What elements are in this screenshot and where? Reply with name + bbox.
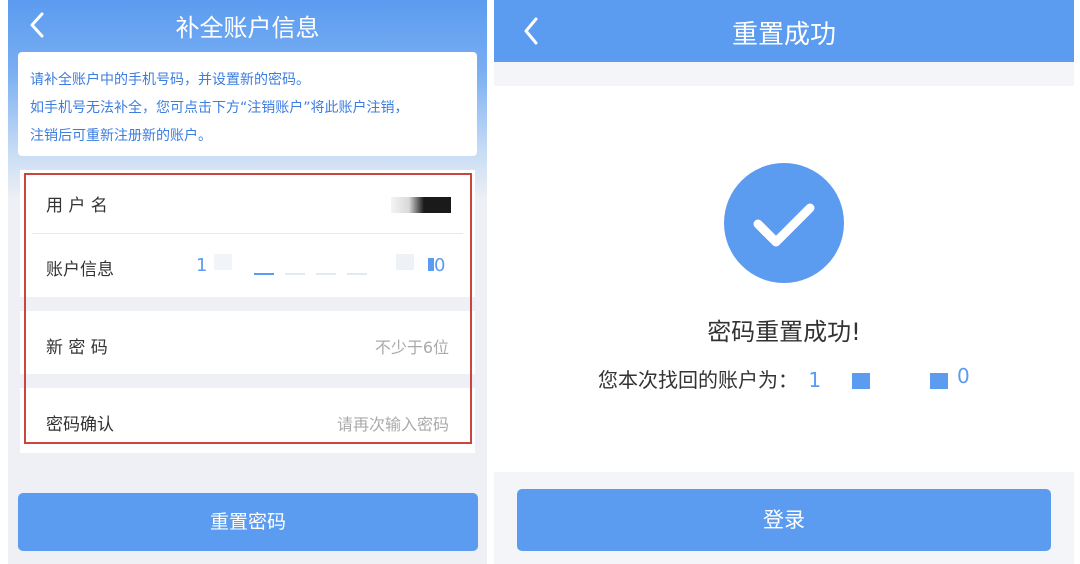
login-button[interactable]: 登录 [517, 489, 1051, 551]
masked-block [316, 273, 336, 275]
recovered-account: 您本次找回的账户为： 1 [598, 364, 821, 393]
new-password-label: 新 密 码 [46, 338, 108, 358]
account-info-label: 账户信息 [46, 260, 114, 280]
new-password-row[interactable]: 新 密 码 不少于6位 [20, 311, 475, 374]
notice-line: 注销后可重新注册新的账户。 [30, 128, 212, 144]
masked-block [396, 254, 414, 270]
account-value-start: 1 [196, 255, 208, 276]
reset-password-button[interactable]: 重置密码 [18, 493, 478, 551]
confirm-password-input[interactable]: 请再次输入密码 [337, 411, 449, 435]
right-screen: 重置成功 密码重置成功! 您本次找回的账户为： 1 0 登录 [494, 0, 1074, 564]
account-value-start: 1 [808, 368, 822, 392]
result-card: 密码重置成功! 您本次找回的账户为： 1 0 [494, 86, 1074, 472]
success-message: 密码重置成功! [707, 318, 861, 346]
left-screen: 补全账户信息 请补全账户中的手机号码，并设置新的密码。 如手机号无法补全，您可点… [8, 0, 487, 564]
account-prefix: 您本次找回的账户为： [598, 368, 798, 392]
account-info-row: 账户信息 1 0 [20, 234, 475, 297]
section-separator [20, 297, 475, 311]
username-label: 用 户 名 [46, 196, 108, 216]
page-title: 补全账户信息 [175, 14, 320, 42]
account-value-end: 0 [434, 255, 446, 276]
confirm-password-label: 密码确认 [46, 415, 114, 435]
masked-block [347, 273, 367, 275]
new-password-input[interactable]: 不少于6位 [375, 334, 449, 358]
check-circle-icon [724, 163, 844, 283]
notice-line: 请补全账户中的手机号码，并设置新的密码。 [30, 72, 310, 88]
section-separator [20, 374, 475, 388]
account-value-end: 0 [957, 364, 970, 388]
masked-block [254, 273, 274, 275]
page-title: 重置成功 [731, 20, 836, 50]
masked-block [852, 373, 870, 389]
username-row: 用 户 名 [20, 170, 475, 233]
notice-box: 请补全账户中的手机号码，并设置新的密码。 如手机号无法补全，您可点击下方“注销账… [18, 52, 477, 156]
username-masked-value [391, 197, 451, 213]
masked-block [930, 373, 948, 389]
masked-block [285, 273, 305, 275]
notice-line: 如手机号无法补全，您可点击下方“注销账户”将此账户注销， [30, 100, 409, 116]
masked-block [214, 254, 232, 270]
account-form: 用 户 名 账户信息 1 0 新 密 码 不少于6位 密码确认 请再次输入密码 [20, 170, 475, 453]
confirm-password-row[interactable]: 密码确认 请再次输入密码 [20, 388, 475, 453]
